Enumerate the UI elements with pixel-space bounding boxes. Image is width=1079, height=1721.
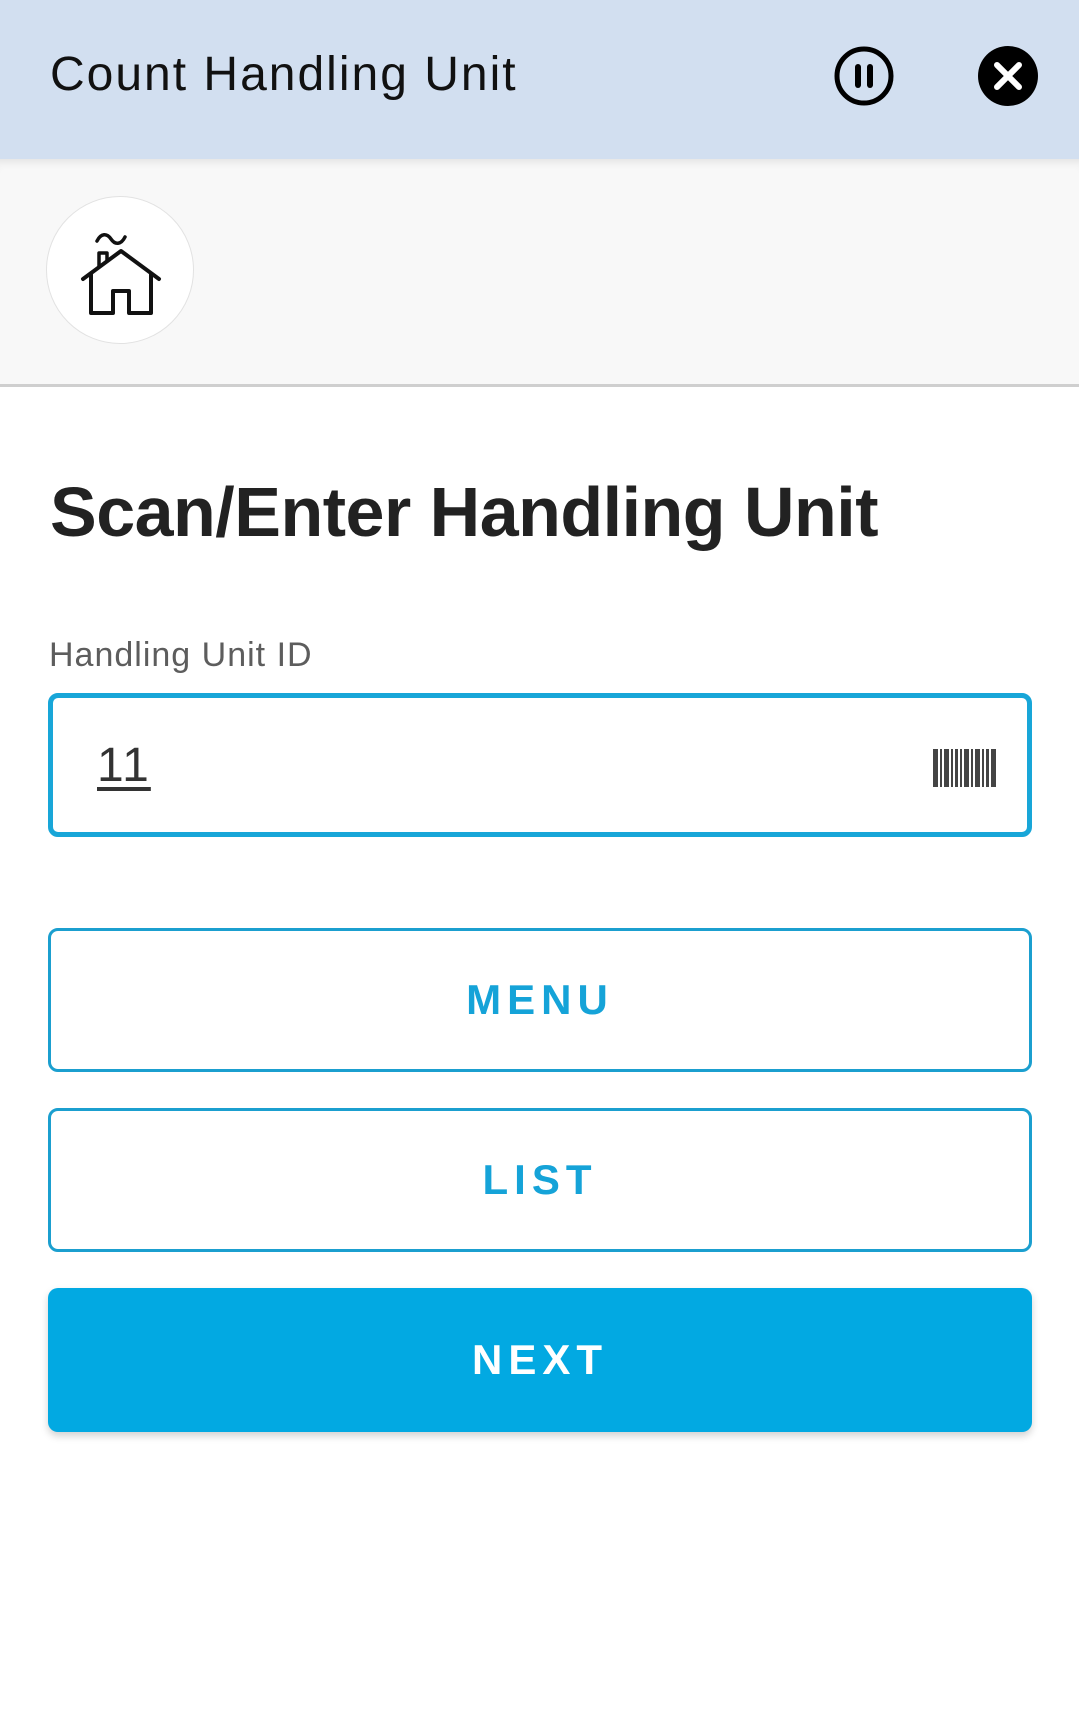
toolbar bbox=[0, 159, 1079, 387]
home-button[interactable] bbox=[46, 196, 194, 344]
app-title: Count Handling Unit bbox=[50, 48, 518, 101]
next-button[interactable]: NEXT bbox=[48, 1288, 1032, 1432]
close-circle-icon bbox=[978, 46, 1038, 106]
list-button[interactable]: LIST bbox=[48, 1108, 1032, 1252]
handling-unit-id-field[interactable] bbox=[48, 693, 1032, 837]
pause-circle-icon bbox=[834, 46, 894, 106]
home-icon bbox=[81, 233, 161, 315]
close-button[interactable] bbox=[977, 45, 1039, 107]
app-bar: Count Handling Unit bbox=[0, 0, 1079, 159]
pause-button[interactable] bbox=[833, 45, 895, 107]
menu-button[interactable]: MENU bbox=[48, 928, 1032, 1072]
barcode-icon[interactable] bbox=[933, 749, 997, 787]
handling-unit-id-input[interactable] bbox=[97, 736, 797, 796]
page-title: Scan/Enter Handling Unit bbox=[50, 473, 879, 551]
handling-unit-id-label: Handling Unit ID bbox=[49, 636, 313, 674]
